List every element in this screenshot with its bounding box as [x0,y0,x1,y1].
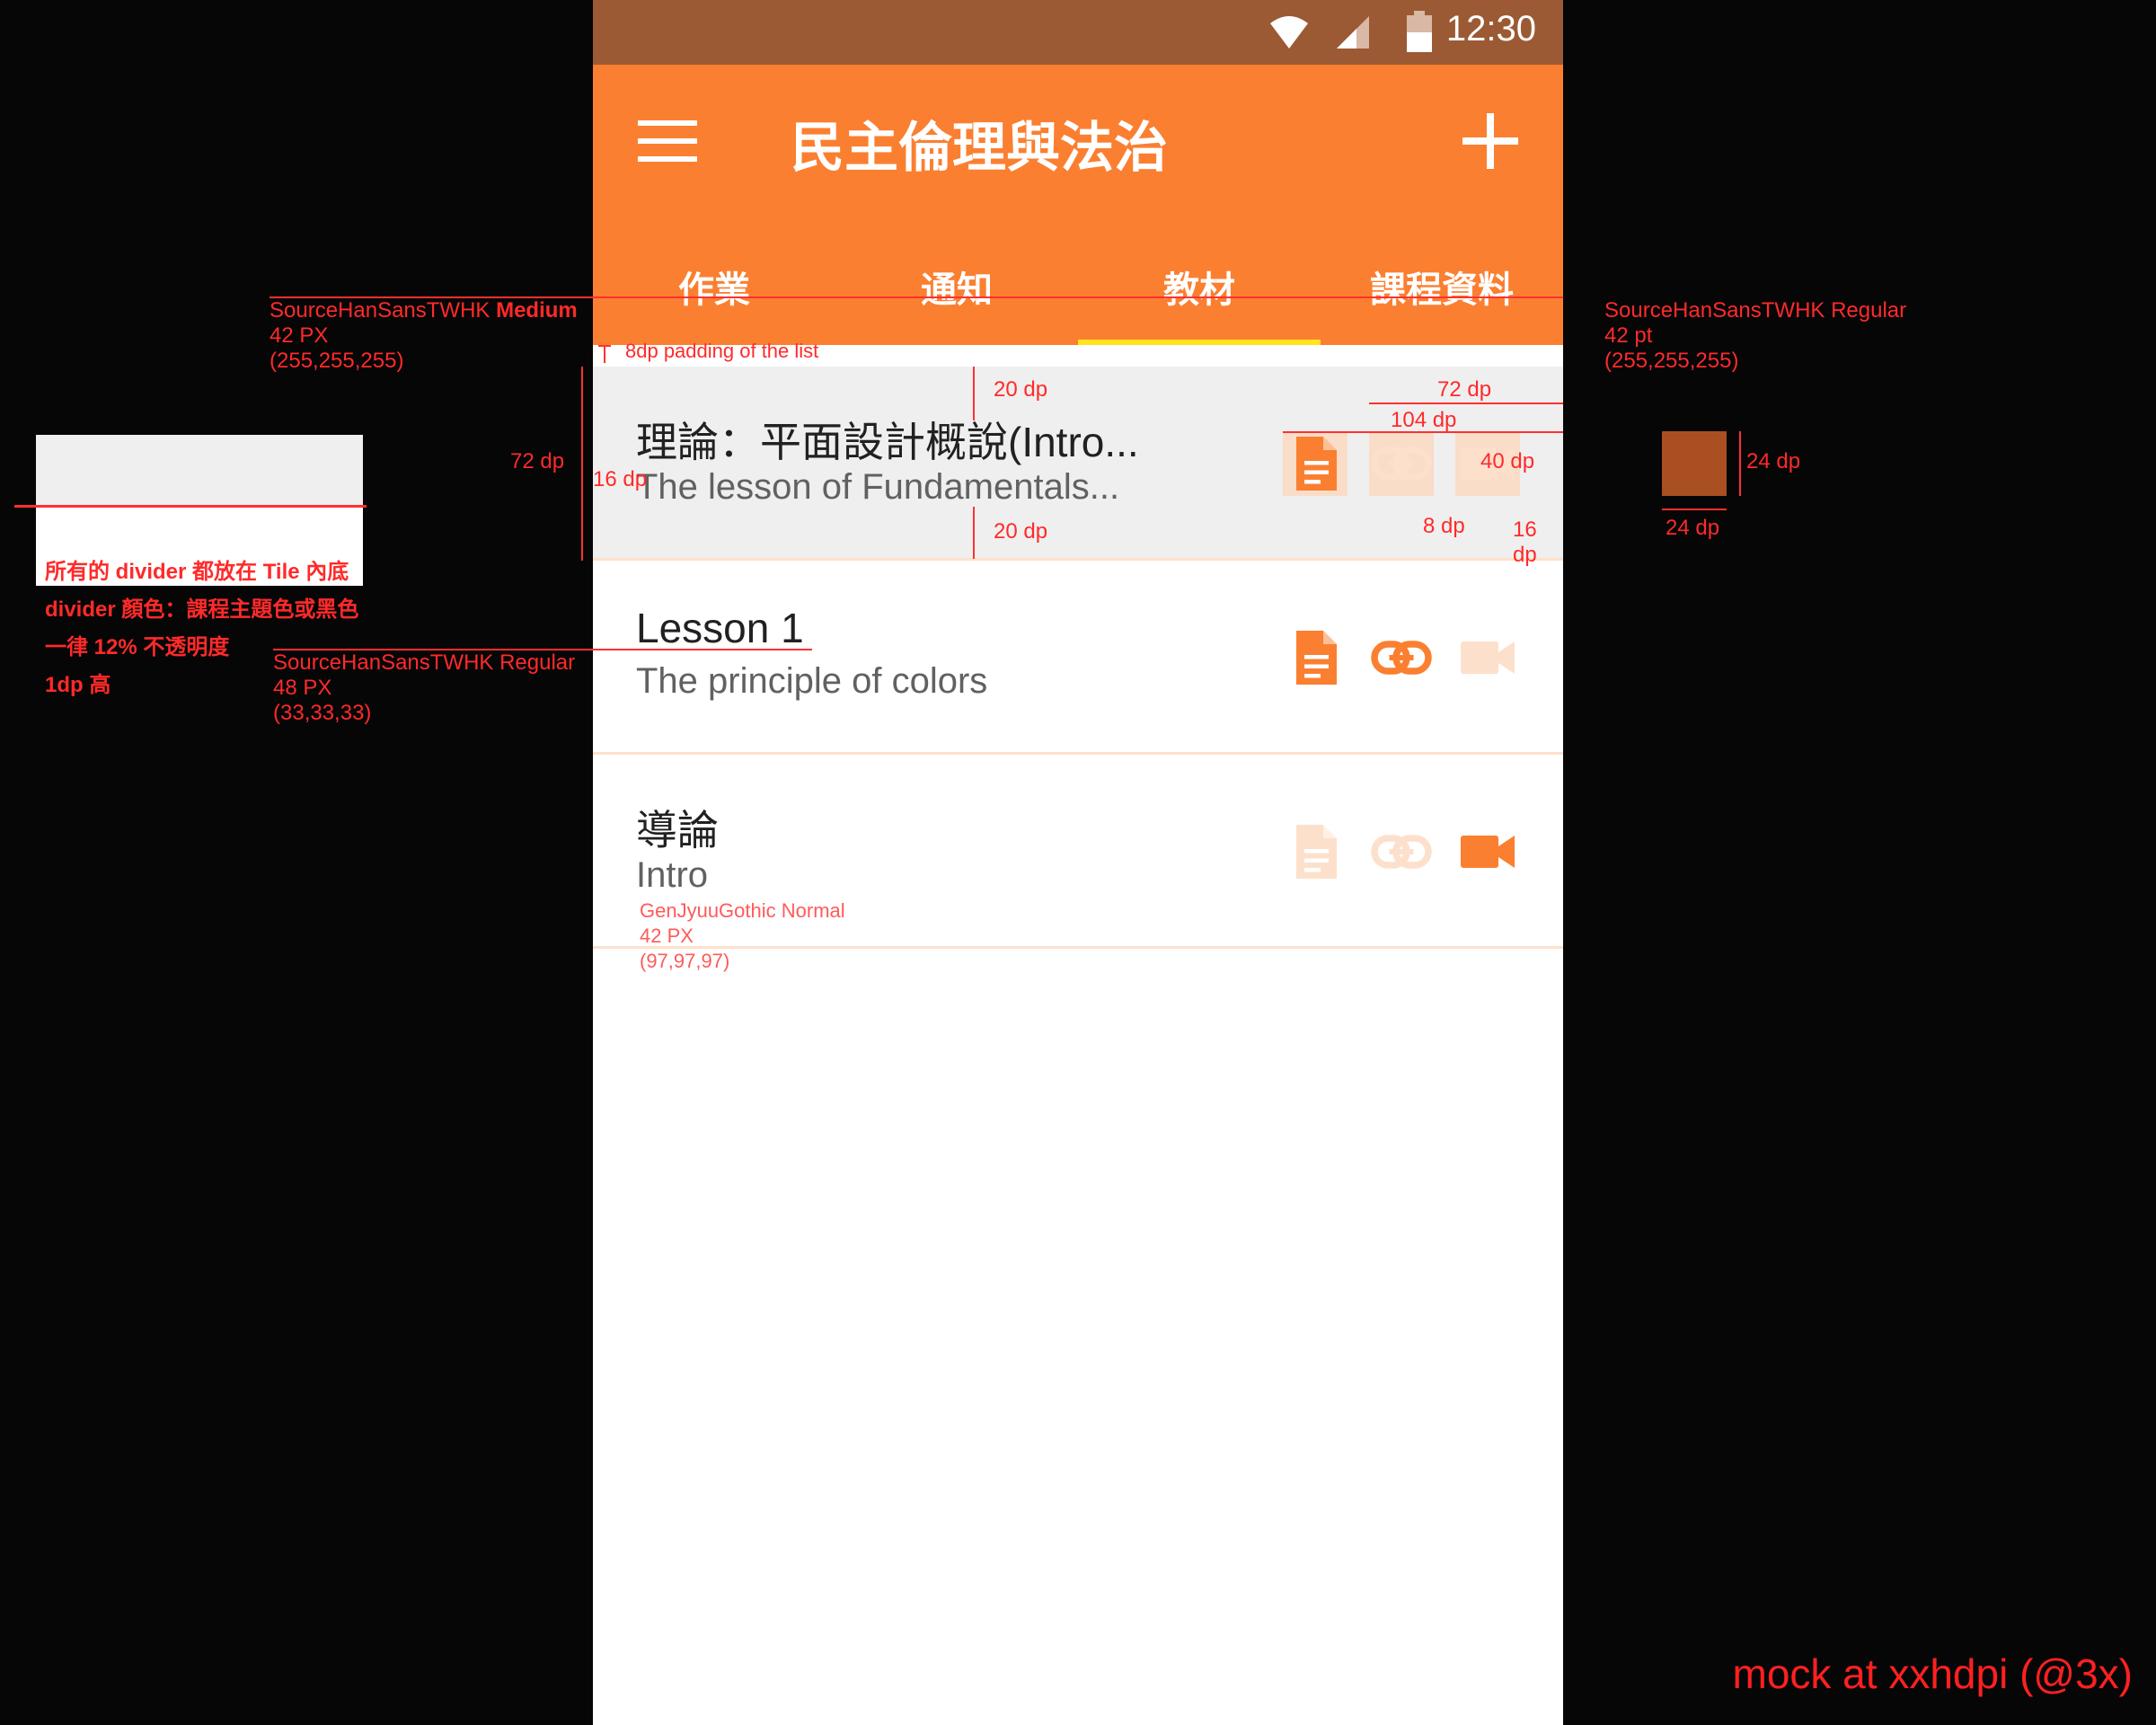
tab-notifications[interactable]: 通知 [835,243,1078,345]
tab-course-info[interactable]: 課程資料 [1321,243,1563,345]
link-icon[interactable] [1369,819,1434,884]
note-line: (97,97,97) [640,950,730,972]
status-time: 12:30 [1445,9,1536,49]
list-item-subtitle: The lesson of Fundamentals... [636,467,1120,507]
swatch-width-label: 24 dp [1666,516,1720,540]
link-icon[interactable] [1369,431,1434,496]
app-bar: 民主倫理與法治 作業 通知 教材 課程資料 [593,65,1563,345]
list-item-title: 理論：平面設計概說(Intro... [636,419,1139,465]
tab-bar: 作業 通知 教材 課程資料 [593,243,1563,345]
bottom-padding-marker [973,507,975,559]
battery-icon [1407,11,1432,52]
video-icon[interactable] [1455,625,1520,690]
padding-marker [604,345,605,363]
list-item-title: 導論 [636,807,719,854]
primary-font-guide [273,649,812,650]
bottom-padding-label: 20 dp [994,519,1048,544]
status-bar: 12:30 [593,0,1563,65]
note-line: 48 PX [273,676,332,700]
gap-8-label: 8 dp [1423,514,1465,538]
tile-height-marker [581,367,583,561]
divider-sample-line [14,505,367,508]
tab-materials[interactable]: 教材 [1078,243,1321,345]
width-72-marker [1369,402,1563,404]
note-line: (255,255,255) [270,349,404,373]
top-padding-marker [973,367,975,420]
secondary-font-note: GenJyuuGothic Normal 42 PX (97,97,97) [640,898,845,974]
note-line: (33,33,33) [273,701,372,725]
wifi-icon [1270,16,1308,49]
note-line: GenJyuuGothic Normal [640,899,845,922]
list-item-subtitle: Intro [636,855,709,895]
color-swatch [1662,431,1727,496]
phone-screen: 12:30 民主倫理與法治 作業 通知 教材 課程資料 理論：平面設計概說(In… [593,0,1563,1725]
note-line: 42 PX [270,323,329,348]
note-line: 42 PX [640,924,694,947]
menu-icon[interactable] [638,120,697,162]
tab-label: 教材 [1163,270,1235,311]
note-line: 42 pt [1604,323,1653,348]
title-font-note: SourceHanSansTWHK Regular 42 pt (255,255… [1604,298,1906,374]
tab-font-guide [270,296,1563,298]
signal-icon [1337,16,1369,49]
video-icon[interactable] [1455,819,1520,884]
note-line: (255,255,255) [1604,349,1739,373]
note-line: SourceHanSansTWHK Regular [1604,298,1907,323]
primary-font-note: SourceHanSansTWHK Regular 48 PX (33,33,3… [273,650,575,726]
tab-assignments[interactable]: 作業 [593,243,835,345]
tab-label: 作業 [678,270,750,311]
link-icon[interactable] [1369,625,1434,690]
padding-marker [598,345,611,347]
document-icon[interactable] [1283,625,1348,690]
note-line: divider 顏色：課程主題色或黑色 [45,597,359,622]
swatch-height-label: 24 dp [1746,449,1801,473]
note-line: SourceHanSansTWHK Regular [273,650,576,675]
tile-height-label: 72 dp [510,449,565,473]
swatch-height-marker [1739,431,1741,496]
list-item-title: Lesson 1 [636,605,804,651]
icon-box-label: 40 dp [1480,449,1535,473]
tab-label: 課程資料 [1370,270,1514,311]
list-item-subtitle: The principle of colors [636,661,988,701]
swatch-width-marker [1662,509,1727,510]
list-padding-note: 8dp padding of the list [625,340,819,362]
left-padding-label: 16 dp [593,467,648,491]
note-line: SourceHanSansTWHK Medium [270,298,578,323]
note-line: 所有的 divider 都放在 Tile 內底 [45,560,349,584]
tab-font-note: SourceHanSansTWHK Medium 42 PX (255,255,… [270,298,578,374]
tab-label: 通知 [921,270,993,311]
add-icon[interactable] [1462,113,1518,169]
page-title: 民主倫理與法治 [791,117,1168,180]
top-padding-label: 20 dp [994,377,1048,402]
document-icon[interactable] [1283,431,1348,496]
document-icon[interactable] [1283,819,1348,884]
width-72-label: 72 dp [1437,377,1492,402]
footer-note: mock at xxhdpi (@3x) [1732,1650,2134,1697]
gap-16-label: 16 dp [1513,518,1537,567]
width-104-label: 104 dp [1391,408,1457,432]
